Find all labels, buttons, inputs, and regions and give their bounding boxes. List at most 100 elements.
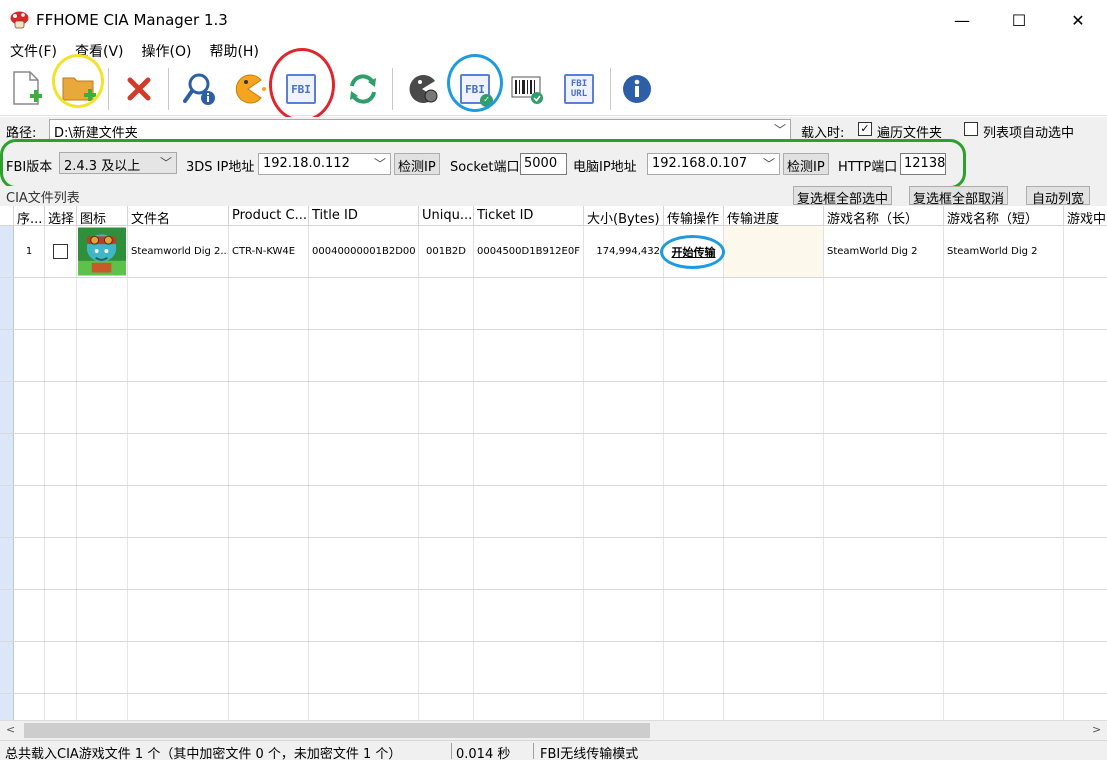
horizontal-scrollbar[interactable]: < > — [0, 720, 1107, 740]
column-index[interactable]: 序... — [14, 206, 45, 226]
column-ticket-id[interactable]: Ticket ID — [474, 206, 584, 226]
title-bar: FFHOME CIA Manager 1.3 — ☐ ✕ — [0, 0, 1107, 40]
pacman-dark-button[interactable] — [400, 66, 446, 112]
column-in-game[interactable]: 游戏中 — [1064, 206, 1107, 226]
about-button[interactable] — [614, 66, 660, 112]
recurse-checkbox[interactable]: ✓ — [858, 122, 872, 136]
ds-ip-value: 192.18.0.112 — [263, 156, 350, 171]
scrollbar-thumb[interactable] — [24, 723, 650, 738]
socket-port-input[interactable]: 5000 — [520, 153, 567, 175]
row-ticket-id: 0004500D1B912E0F — [474, 226, 584, 277]
fbi-version-select[interactable]: 2.4.3 及以上 ﹀ — [59, 152, 177, 174]
pacman-gear-icon — [409, 75, 438, 103]
row-name-short: SteamWorld Dig 2 — [944, 226, 1064, 277]
column-name-short[interactable]: 游戏名称（短） — [944, 206, 1064, 226]
row-checkbox[interactable] — [53, 244, 68, 259]
add-folder-button[interactable] — [56, 66, 102, 112]
toolbar-separator — [392, 68, 393, 110]
refresh-button[interactable] — [340, 66, 386, 112]
table-row[interactable]: 1 Steamworld Dig 2... CTR-N-KW4E 0004000… — [0, 226, 1107, 278]
column-title-id[interactable]: Title ID — [309, 206, 419, 226]
menu-operation[interactable]: 操作(O) — [132, 41, 200, 61]
autoselect-label: 列表项自动选中 — [983, 126, 1075, 141]
fbi-check-button[interactable]: FBI ✓ — [452, 66, 498, 112]
http-port-label: HTTP端口 — [838, 160, 898, 175]
minimize-button[interactable]: — — [933, 0, 991, 40]
row-title-id: 00040000001B2D00 — [309, 226, 419, 277]
grid-header: 序... 选择 图标 文件名 Product C... Title ID Uni… — [0, 206, 1107, 226]
delete-button[interactable] — [116, 66, 162, 112]
column-product-code[interactable]: Product C... — [229, 206, 309, 226]
column-file-name[interactable]: 文件名 — [128, 206, 229, 226]
menu-help[interactable]: 帮助(H) — [199, 41, 266, 61]
toolbar-separator — [610, 68, 611, 110]
start-transfer-link[interactable]: 开始传输 — [672, 244, 716, 260]
status-bar: 总共载入CIA游戏文件 1 个（其中加密文件 0 个，未加密文件 1 个） 0.… — [0, 740, 1107, 760]
window-title: FFHOME CIA Manager 1.3 — [36, 11, 228, 29]
row-action-cell[interactable]: 开始传输 — [664, 226, 724, 277]
barcode-button[interactable] — [504, 66, 550, 112]
path-combo[interactable]: D:\新建文件夹 ﹀ — [49, 119, 791, 141]
ds-ip-label: 3DS IP地址 — [186, 160, 255, 175]
scroll-left-icon[interactable]: < — [6, 723, 15, 736]
chevron-down-icon: ﹀ — [159, 156, 172, 170]
detect-ip2-button[interactable]: 检测IP — [783, 153, 829, 175]
game-cover-icon — [78, 227, 126, 276]
ds-ip-combo[interactable]: 192.18.0.112 ﹀ — [258, 153, 391, 175]
menu-file[interactable]: 文件(F) — [0, 41, 65, 61]
row-product-code: CTR-N-KW4E — [229, 226, 309, 277]
column-name-long[interactable]: 游戏名称（长） — [824, 206, 944, 226]
column-size[interactable]: 大小(Bytes) — [584, 206, 664, 226]
autoselect-checkbox[interactable] — [964, 122, 978, 136]
row-unique-id: 001B2D — [419, 226, 474, 277]
empty-row — [0, 278, 1107, 330]
add-file-button[interactable] — [4, 66, 50, 112]
column-select[interactable]: 选择 — [45, 206, 77, 226]
column-unique-id[interactable]: Uniqu... — [419, 206, 474, 226]
row-checkbox-cell[interactable] — [45, 226, 77, 277]
deselect-all-button[interactable]: 复选框全部取消 — [909, 186, 1009, 207]
fbi-url-button[interactable]: FBI URL — [556, 66, 602, 112]
path-label: 路径: — [6, 126, 37, 141]
menu-view[interactable]: 查看(V) — [65, 41, 132, 61]
close-window-button[interactable]: ✕ — [1049, 0, 1107, 40]
fbi-settings-row: FBI版本 2.4.3 及以上 ﹀ 3DS IP地址 192.18.0.112 … — [0, 139, 1107, 189]
column-icon[interactable]: 图标 — [77, 206, 128, 226]
row-file-name: Steamworld Dig 2... — [128, 226, 229, 277]
toolbar-separator — [108, 68, 109, 110]
check-badge-icon: ✓ — [480, 94, 493, 107]
empty-row — [0, 590, 1107, 642]
fbi-button[interactable]: FBI — [278, 66, 324, 112]
empty-row — [0, 538, 1107, 590]
fbi-icon: FBI — [286, 74, 316, 104]
auto-width-button[interactable]: 自动列宽 — [1026, 186, 1091, 207]
status-mode: FBI无线传输模式 — [540, 747, 639, 760]
list-title: CIA文件列表 — [6, 191, 80, 206]
fbi-version-value: 2.4.3 及以上 — [64, 159, 141, 174]
fbi-url-line1: FBI — [570, 79, 588, 89]
pacman-button[interactable] — [226, 66, 272, 112]
scroll-right-icon[interactable]: > — [1092, 723, 1101, 736]
select-all-button[interactable]: 复选框全部选中 — [793, 186, 893, 207]
empty-row — [0, 486, 1107, 538]
menu-bar: 文件(F) 查看(V) 操作(O) 帮助(H) — [0, 40, 1107, 62]
maximize-button[interactable]: ☐ — [990, 0, 1048, 40]
empty-row — [0, 330, 1107, 382]
fbi-url-icon: FBI URL — [564, 74, 594, 104]
detect-ip-button[interactable]: 检测IP — [394, 153, 440, 175]
pacman-icon — [235, 74, 266, 104]
cia-file-grid[interactable]: 序... 选择 图标 文件名 Product C... Title ID Uni… — [0, 206, 1107, 720]
pc-ip-combo[interactable]: 192.168.0.107 ﹀ — [647, 153, 780, 175]
row-name-long: SteamWorld Dig 2 — [824, 226, 944, 277]
mushroom-app-icon — [10, 11, 29, 29]
column-transfer-progress[interactable]: 传输进度 — [724, 206, 824, 226]
search-info-button[interactable] — [176, 66, 222, 112]
status-summary: 总共载入CIA游戏文件 1 个（其中加密文件 0 个，未加密文件 1 个） — [5, 747, 402, 760]
toolbar-separator — [168, 68, 169, 110]
http-port-input[interactable]: 12138 — [900, 153, 946, 175]
column-transfer-action[interactable]: 传输操作 — [664, 206, 724, 226]
folder-add-icon — [62, 77, 96, 101]
info-icon — [623, 75, 651, 103]
new-file-icon — [13, 71, 42, 105]
toolbar: FBI FBI ✓ FBI URL — [0, 48, 1107, 122]
